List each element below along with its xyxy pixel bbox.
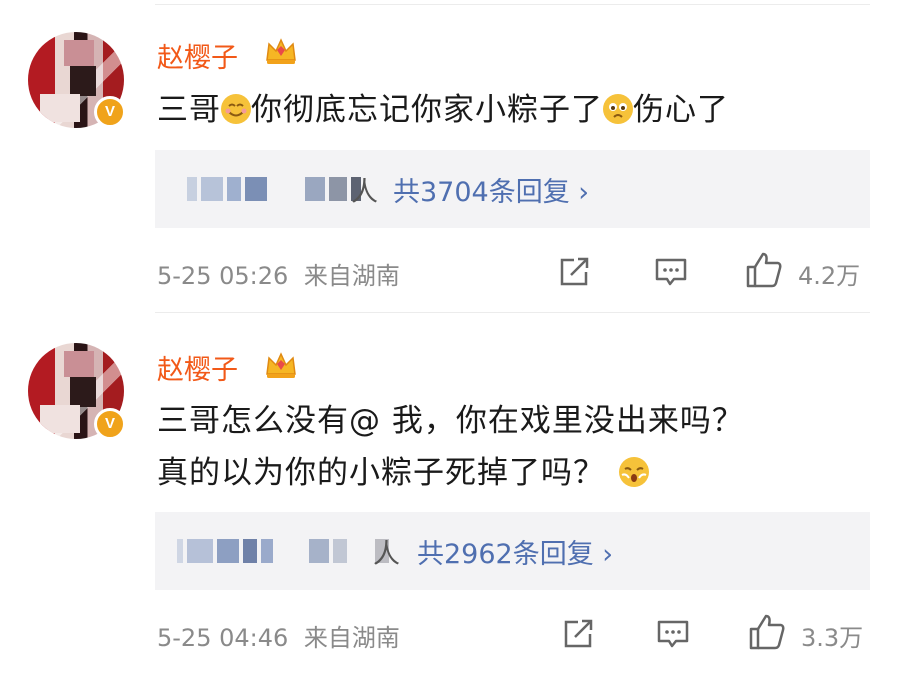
- share-icon[interactable]: [560, 617, 596, 651]
- comment-icon[interactable]: [653, 255, 689, 289]
- crown-icon: [266, 38, 296, 64]
- blurred-usernames: [177, 534, 393, 568]
- comment-divider: [155, 312, 870, 313]
- reply-preview[interactable]: 人 共2962条回复 ›: [155, 512, 870, 590]
- reply-suffix: 人: [373, 539, 400, 570]
- timestamp: 5-25 05:26: [157, 262, 289, 290]
- comment-icon[interactable]: [655, 617, 691, 651]
- comment-text-line2: 真的以为你的小粽子死掉了吗？: [157, 447, 649, 499]
- username[interactable]: 赵樱子: [157, 36, 238, 75]
- sad-emoji: [603, 94, 633, 124]
- comment-text-line1: 三哥怎么没有@ 我，你在戏里没出来吗？: [157, 403, 744, 439]
- crown-icon: [266, 352, 296, 378]
- comment-meta: 5-25 04:46 来自湖南: [157, 618, 400, 653]
- reply-count-link[interactable]: 共2962条回复 ›: [417, 532, 613, 571]
- reply-suffix: 人: [351, 177, 378, 208]
- username[interactable]: 赵樱子: [157, 348, 238, 387]
- like-icon[interactable]: [747, 612, 787, 652]
- like-count: 3.3万: [801, 624, 864, 652]
- comment-text: 三哥 你彻底忘记你家小粽子了 伤心了: [157, 92, 729, 128]
- verified-badge-icon: V: [94, 408, 126, 440]
- reply-count-link[interactable]: 共3704条回复 ›: [393, 170, 589, 209]
- location: 来自湖南: [303, 624, 400, 652]
- like-icon[interactable]: [744, 250, 784, 290]
- timestamp: 5-25 04:46: [157, 624, 289, 652]
- share-icon[interactable]: [556, 255, 592, 289]
- comment-meta: 5-25 05:26 来自湖南: [157, 256, 400, 291]
- reply-preview[interactable]: 人 共3704条回复 ›: [155, 150, 870, 228]
- top-divider: [155, 4, 870, 5]
- blurred-usernames: [187, 172, 365, 206]
- location: 来自湖南: [303, 262, 400, 290]
- verified-badge-icon: V: [94, 96, 126, 128]
- like-count: 4.2万: [798, 262, 861, 290]
- smile-emoji: [221, 94, 251, 124]
- shy-emoji: [619, 457, 649, 487]
